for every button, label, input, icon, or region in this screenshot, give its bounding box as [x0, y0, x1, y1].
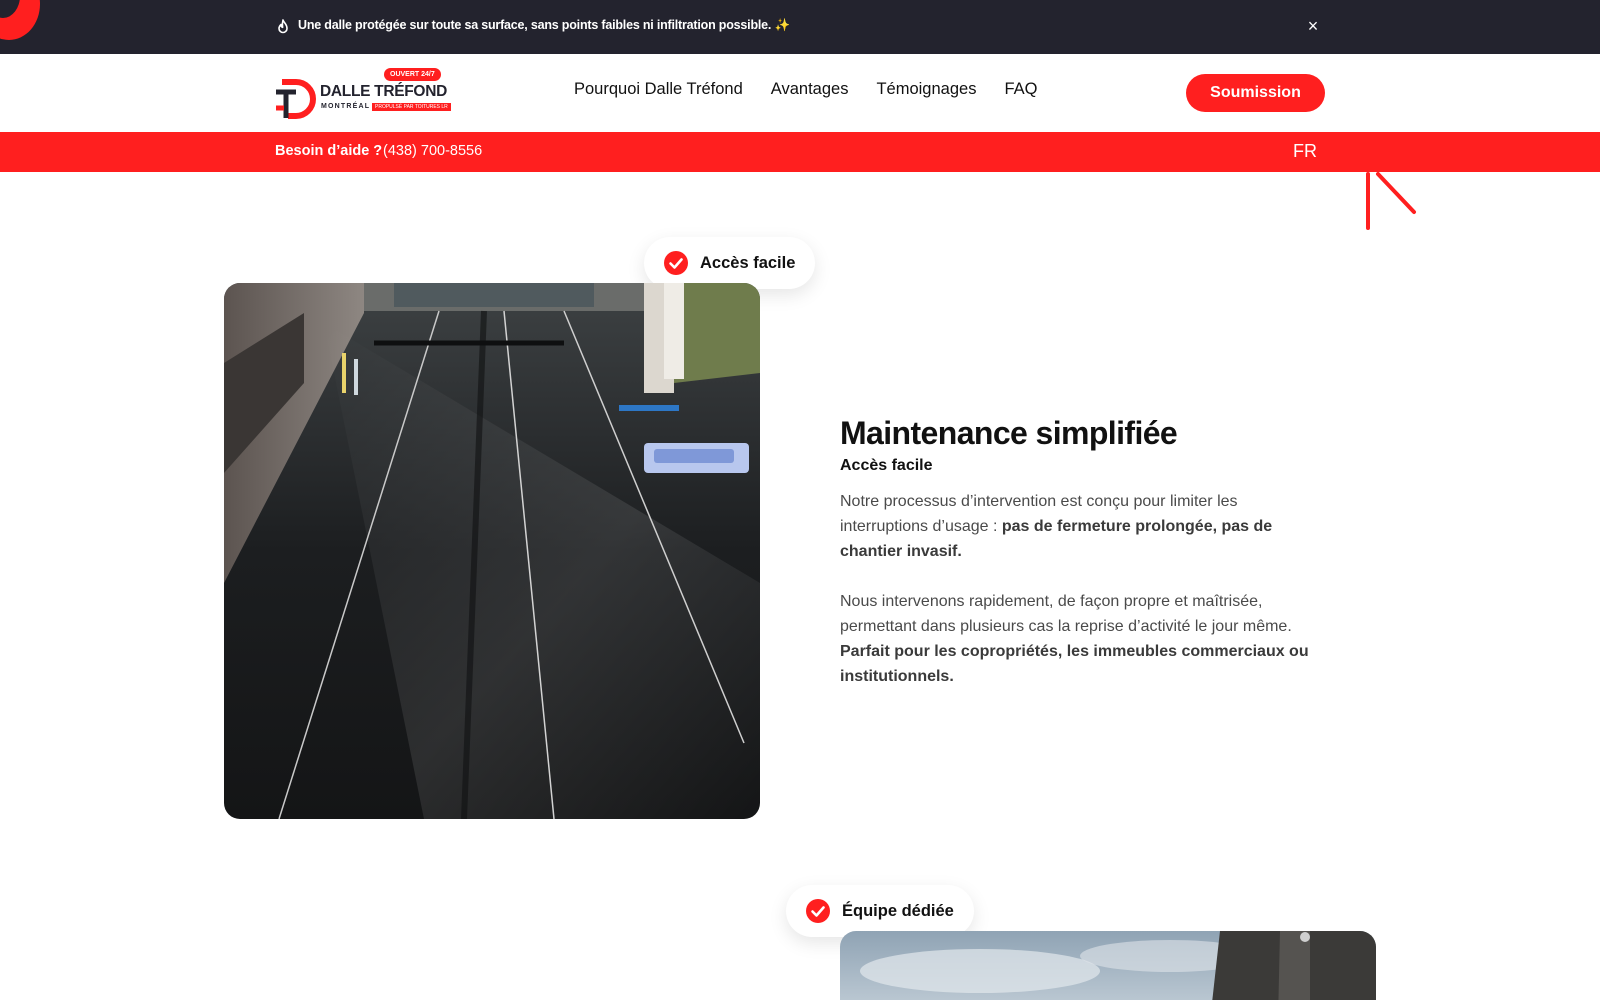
help-bar: Besoin d’aide ? (438) 700-8556 FR: [0, 132, 1600, 172]
nav-avantages[interactable]: Avantages: [771, 80, 849, 99]
fire-icon: [278, 19, 288, 34]
logo-brand: DALLE TRÉFOND: [320, 83, 447, 100]
feature-title: Maintenance simplifiée: [840, 415, 1178, 451]
feature-paragraph-1: Notre processus d’intervention est conçu…: [840, 489, 1310, 564]
feature-pill-2: Équipe dédiée: [786, 885, 974, 937]
logo-tagline: PROPULSÉ PAR TOITURES LR: [372, 103, 451, 111]
language-switcher[interactable]: FR: [1293, 141, 1317, 162]
logo-city: MONTRÉAL: [321, 103, 371, 110]
membrane-photo: [224, 283, 760, 819]
announcement-bar: Une dalle protégée sur toute sa surface,…: [0, 0, 1600, 54]
feature-pill-label: Accès facile: [700, 253, 796, 272]
help-label: Besoin d’aide ?: [275, 143, 383, 159]
nav-pourquoi[interactable]: Pourquoi Dalle Tréfond: [574, 80, 743, 99]
feature-content: Maintenance simplifiée Accès facile Notr…: [840, 413, 1310, 689]
site-header: OUVERT 24/7 DALLE TRÉFOND MONTRÉAL PROPU…: [0, 54, 1600, 132]
soumission-button[interactable]: Soumission: [1186, 74, 1325, 112]
feature-pill: Accès facile: [644, 237, 816, 289]
logo[interactable]: OUVERT 24/7 DALLE TRÉFOND MONTRÉAL PROPU…: [274, 68, 451, 120]
feature-pill-2-label: Équipe dédiée: [842, 901, 954, 920]
nav-temoignages[interactable]: Témoignages: [876, 80, 976, 99]
membrane-image: [224, 283, 760, 819]
open-badge: OUVERT 24/7: [384, 68, 441, 81]
phone-link[interactable]: (438) 700-8556: [383, 143, 482, 159]
team-photo: [840, 931, 1376, 1000]
paragraph-2-bold: Parfait pour les copropriétés, les immeu…: [840, 643, 1309, 685]
paragraph-2-text: Nous intervenons rapidement, de façon pr…: [840, 593, 1292, 635]
nav-faq[interactable]: FAQ: [1004, 80, 1037, 99]
close-icon[interactable]: ×: [1304, 17, 1322, 35]
check-circle-icon: [664, 251, 688, 275]
decorative-blob: [0, 0, 40, 40]
announcement-text: Une dalle protégée sur toute sa surface,…: [298, 18, 790, 32]
arrow-decoration-icon: [1366, 172, 1416, 230]
main-nav: Pourquoi Dalle Tréfond Avantages Témoign…: [574, 80, 1037, 99]
feature-subtitle: Accès facile: [840, 457, 933, 474]
logo-mark-icon: [276, 79, 316, 119]
check-circle-icon: [806, 899, 830, 923]
feature-paragraph-2: Nous intervenons rapidement, de façon pr…: [840, 589, 1310, 689]
team-image: [840, 931, 1376, 1000]
